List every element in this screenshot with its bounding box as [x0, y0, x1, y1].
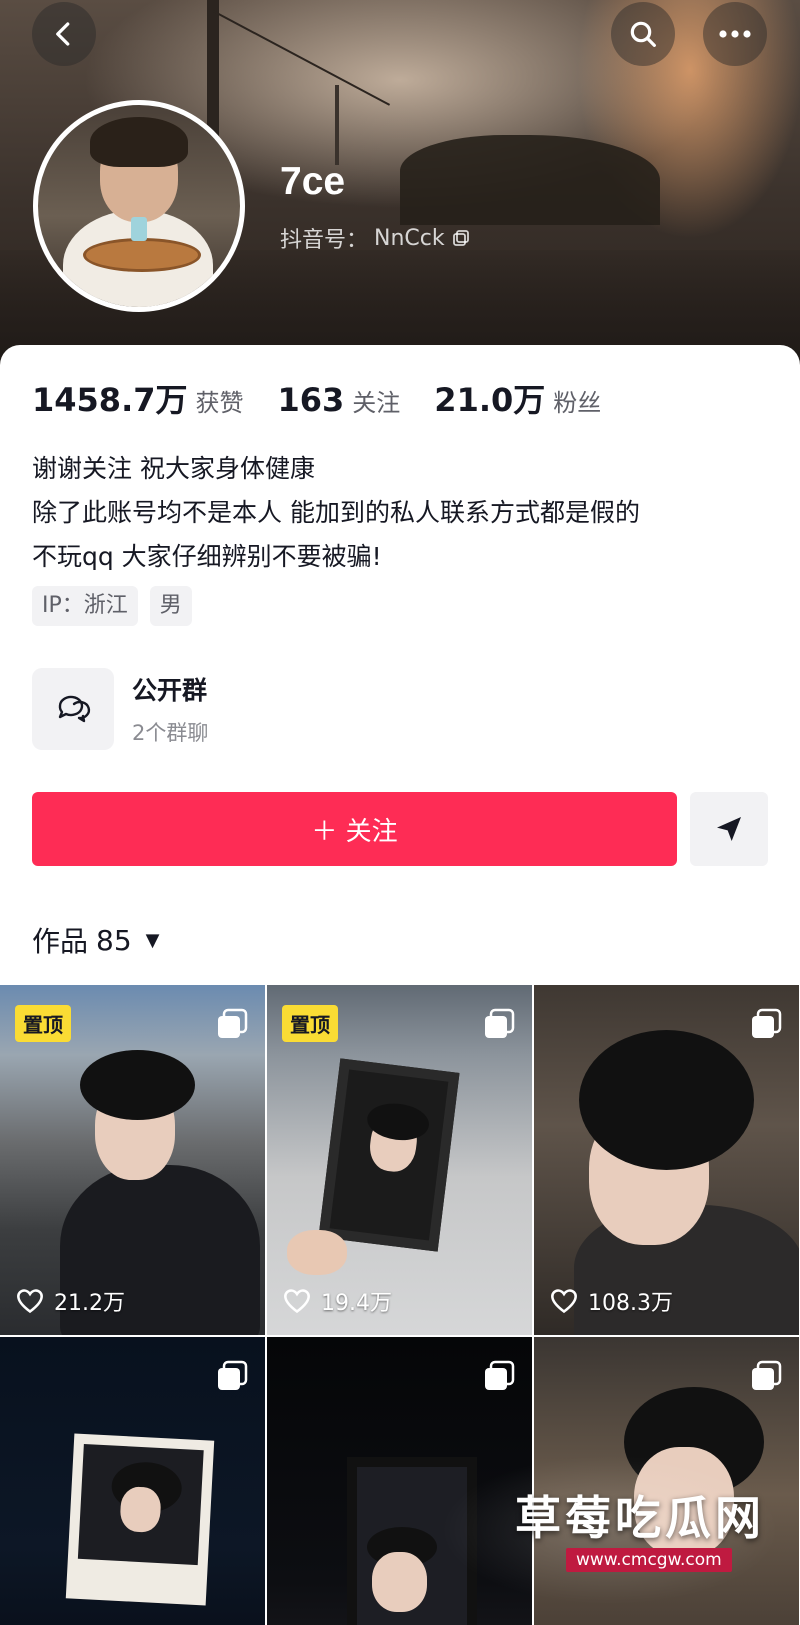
bio-line: 除了此账号均不是本人 能加到的私人联系方式都是假的 [32, 498, 640, 527]
likes-count: 21.2万 [54, 1291, 125, 1316]
multi-image-icon [752, 1008, 782, 1038]
group-title: 公开群 [132, 676, 208, 705]
watermark-title: 草莓吃瓜网 [515, 1491, 765, 1545]
thumb-hair [579, 1030, 754, 1170]
pinned-badge: 置顶 [282, 1005, 338, 1042]
heart-icon [17, 1289, 43, 1314]
video-tile[interactable]: 置顶 21.2万 [0, 985, 265, 1335]
stat-value: 21.0万 [434, 381, 546, 419]
stats-row: 1458.7万 获赞 163 关注 21.0万 粉丝 [32, 375, 635, 421]
stat-value: 1458.7万 [32, 381, 188, 419]
douyin-id-label: 抖音号： [280, 228, 369, 253]
username: 7ce [280, 160, 346, 203]
thumb-face [119, 1485, 162, 1534]
works-label: 作品 [32, 925, 89, 958]
group-chat-icon-box [32, 668, 114, 750]
caret-down-icon: ▼ [145, 929, 160, 951]
video-likes: 108.3万 [550, 1285, 673, 1317]
avatar-candle [131, 217, 147, 241]
profile-tags: IP：浙江 男 [32, 586, 192, 626]
multi-image-icon [485, 1360, 515, 1390]
avatar-pie [83, 238, 201, 272]
profile-cover: 7ce 抖音号： NnCck [0, 0, 800, 370]
douyin-id-value: NnCck [374, 225, 445, 251]
send-icon [717, 817, 741, 841]
avatar-hair [90, 117, 188, 167]
heart-icon [551, 1289, 577, 1314]
video-likes: 19.4万 [283, 1285, 392, 1317]
stat-followers[interactable]: 21.0万 粉丝 [434, 375, 601, 421]
follow-button[interactable]: ＋ 关注 [32, 792, 677, 866]
video-tile[interactable] [0, 1337, 265, 1625]
watermark-url: www.cmcgw.com [566, 1548, 732, 1572]
thumb-hand [287, 1230, 347, 1275]
likes-count: 19.4万 [321, 1291, 392, 1316]
multi-image-icon [218, 1360, 248, 1390]
works-count: 85 [96, 923, 132, 957]
chevron-left-icon [56, 22, 70, 46]
share-button[interactable] [690, 792, 768, 866]
avatar[interactable] [33, 100, 245, 312]
more-dots-icon [719, 30, 751, 38]
profile-card: 1458.7万 获赞 163 关注 21.0万 粉丝 谢谢关注 祝大家身体健康 … [0, 345, 800, 1625]
pinned-badge: 置顶 [15, 1005, 71, 1042]
thumb-hair [80, 1050, 195, 1120]
bio-line: 谢谢关注 祝大家身体健康 [32, 454, 315, 483]
search-icon [630, 21, 656, 47]
stat-label: 关注 [352, 389, 401, 417]
back-button[interactable] [32, 2, 96, 66]
cover-pole [207, 0, 219, 140]
search-button[interactable] [611, 2, 675, 66]
video-tile[interactable]: 置顶 19.4万 [267, 985, 532, 1335]
stat-label: 粉丝 [553, 389, 602, 417]
douyin-id[interactable]: 抖音号： NnCck [280, 222, 471, 254]
stat-likes[interactable]: 1458.7万 获赞 [32, 375, 244, 421]
more-options-button[interactable] [703, 2, 767, 66]
stat-value: 163 [277, 381, 345, 419]
thumb-polaroid [318, 1058, 460, 1252]
ip-tag: IP：浙江 [32, 586, 138, 626]
stat-label: 获赞 [195, 389, 244, 417]
video-likes: 21.2万 [16, 1285, 125, 1317]
group-subtitle: 2个群聊 [132, 721, 209, 745]
likes-count: 108.3万 [588, 1291, 673, 1316]
cover-pole [335, 85, 339, 165]
video-tile[interactable]: 108.3万 [534, 985, 799, 1335]
multi-image-icon [218, 1008, 248, 1038]
chat-bubbles-icon [58, 695, 91, 723]
cover-wire [212, 10, 391, 106]
group-text: 公开群 2个群聊 [132, 671, 208, 747]
copy-icon[interactable] [451, 228, 471, 248]
public-group-entry[interactable]: 公开群 2个群聊 [32, 668, 208, 750]
bio: 谢谢关注 祝大家身体健康 除了此账号均不是本人 能加到的私人联系方式都是假的 不… [32, 447, 640, 579]
heart-icon [284, 1289, 310, 1314]
thumb-face [372, 1552, 427, 1612]
multi-image-icon [485, 1008, 515, 1038]
stat-following[interactable]: 163 关注 [278, 381, 401, 419]
thumb-polaroid [65, 1433, 215, 1606]
multi-image-icon [752, 1360, 782, 1390]
bio-line: 不玩qq 大家仔细辨别不要被骗! [32, 542, 382, 571]
cover-trees [400, 135, 660, 225]
works-tab[interactable]: 作品 85 ▼ [32, 920, 160, 960]
gender-tag: 男 [149, 586, 192, 626]
